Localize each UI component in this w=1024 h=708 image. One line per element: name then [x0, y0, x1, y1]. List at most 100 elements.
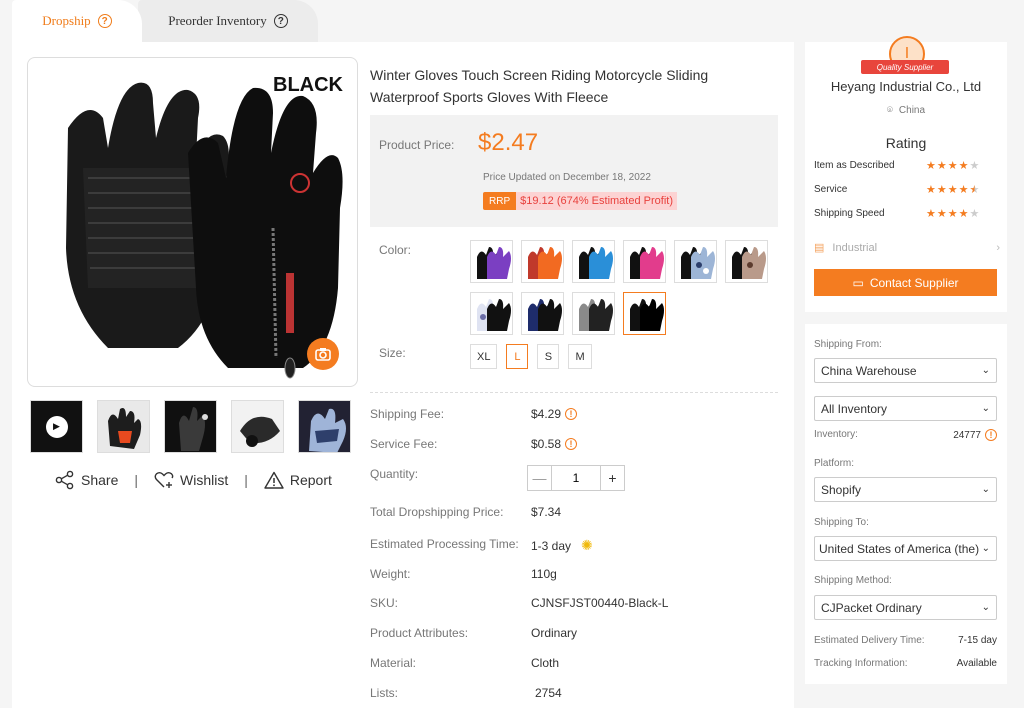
platform-value: Shopify: [821, 482, 862, 497]
share-button[interactable]: Share: [55, 470, 118, 490]
attributes-value: Ordinary: [531, 626, 578, 640]
chevron-down-icon: ⌄: [981, 602, 990, 613]
rating-row: Service ★★★★★: [814, 184, 979, 196]
supplier-location-text: China: [898, 105, 926, 116]
inventory-row: Inventory: 24777!: [814, 429, 997, 441]
thumbnail-image[interactable]: [97, 400, 150, 453]
size-option-l[interactable]: L: [506, 344, 529, 369]
tab-preorder-inventory[interactable]: Preorder Inventory ?: [138, 0, 318, 42]
platform-label: Platform:: [814, 458, 855, 469]
delivery-time-row: Estimated Delivery Time: 7-15 day: [814, 635, 997, 646]
tab-preorder-label: Preorder Inventory: [168, 13, 267, 28]
size-option-m[interactable]: M: [568, 344, 592, 369]
product-main-image[interactable]: BLACK: [27, 57, 358, 387]
separator: |: [244, 472, 248, 488]
star-rating: ★★★★★: [926, 160, 981, 172]
lists-value: 2754: [535, 686, 562, 700]
supplier-category-link[interactable]: ▤ Industrial ›: [814, 241, 1000, 255]
quantity-increase-button[interactable]: +: [600, 466, 624, 490]
star-rating: ★★★★★: [926, 208, 981, 220]
report-label: Report: [289, 472, 332, 488]
shipping-fee-label: Shipping Fee:: [370, 407, 445, 421]
thumbnail-strip: ▶: [30, 400, 354, 456]
play-icon: ▶: [45, 415, 68, 438]
attributes-label: Product Attributes:: [370, 626, 469, 640]
product-title: Winter Gloves Touch Screen Riding Motorc…: [370, 67, 709, 105]
color-swatch-black[interactable]: [623, 292, 666, 335]
inventory-filter-select[interactable]: All Inventory ⌄: [814, 396, 997, 421]
color-swatch-gray[interactable]: [572, 292, 615, 335]
info-icon[interactable]: !: [565, 408, 578, 420]
color-swatch-camo-brown[interactable]: [725, 240, 768, 283]
size-option-s[interactable]: S: [537, 344, 560, 369]
sku-label: SKU:: [370, 596, 399, 610]
wishlist-label: Wishlist: [180, 472, 229, 488]
shipping-from-select[interactable]: China Warehouse ⌄: [814, 358, 997, 383]
tab-dropship[interactable]: Dropship ?: [12, 0, 142, 42]
thumbnail-image[interactable]: [298, 400, 351, 453]
inventory-filter-value: All Inventory: [821, 401, 888, 416]
color-overlay-label: BLACK: [273, 74, 343, 96]
shipping-to-select[interactable]: United States of America (the) ⌄: [814, 536, 997, 561]
share-icon: [55, 470, 74, 490]
divider: [370, 392, 778, 393]
platform-select[interactable]: Shopify ⌄: [814, 477, 997, 502]
supplier-name[interactable]: Heyang Industrial Co., Ltd: [805, 79, 1007, 94]
help-icon[interactable]: ?: [273, 14, 288, 28]
rating-title: Rating: [885, 135, 927, 151]
sku-value: CJNSFJST00440-Black-L: [531, 596, 669, 610]
help-icon[interactable]: ?: [97, 14, 112, 28]
lightbulb-icon[interactable]: ✺: [581, 537, 593, 554]
share-label: Share: [81, 472, 119, 488]
rating-label: Item as Described: [814, 160, 895, 171]
inventory-value: 24777: [953, 429, 981, 441]
image-search-button[interactable]: [307, 338, 339, 370]
color-swatch-blue[interactable]: [572, 240, 615, 283]
rrp-tag: RRP: [483, 192, 517, 210]
weight-label: Weight:: [370, 567, 411, 581]
info-icon[interactable]: !: [985, 429, 997, 441]
color-swatch-camo-white[interactable]: [470, 292, 513, 335]
price-updated: Price Updated on December 18, 2022: [483, 172, 651, 183]
color-swatch-camo-blue[interactable]: [674, 240, 717, 283]
service-fee-value: $0.58: [531, 437, 562, 451]
thumbnail-image[interactable]: [164, 400, 217, 453]
quantity-input[interactable]: [552, 466, 600, 490]
info-icon[interactable]: !: [565, 438, 578, 450]
color-swatch-orange[interactable]: [521, 240, 564, 283]
inventory-label: Inventory:: [814, 429, 858, 440]
quantity-label: Quantity:: [370, 467, 419, 481]
shipping-fee-value: $4.29: [531, 407, 562, 421]
thumbnail-video[interactable]: ▶: [30, 400, 83, 453]
rrp-value: $19.12 (674% Estimated Profit): [516, 192, 677, 210]
color-swatch-navy[interactable]: [521, 292, 564, 335]
price-label: Product Price:: [379, 138, 455, 152]
color-swatch-pink[interactable]: [623, 240, 666, 283]
report-button[interactable]: Report: [264, 471, 332, 489]
quality-supplier-ribbon: Quality Supplier: [861, 60, 949, 74]
thumbnail-image[interactable]: [231, 400, 284, 453]
shipping-method-label: Shipping Method:: [814, 575, 892, 586]
star-rating: ★★★★★: [926, 184, 981, 196]
quantity-decrease-button[interactable]: —: [528, 466, 552, 490]
product-actions: Share | Wishlist | Report: [55, 470, 332, 490]
contact-supplier-button[interactable]: ▭ Contact Supplier: [814, 269, 997, 296]
tracking-row: Tracking Information: Available: [814, 658, 997, 669]
shipping-method-select[interactable]: CJPacket Ordinary ⌄: [814, 595, 997, 620]
total-price-value: $7.34: [531, 505, 562, 519]
size-option-xl[interactable]: XL: [470, 344, 498, 369]
quantity-stepper: — +: [527, 465, 625, 491]
chevron-down-icon: ⌄: [981, 403, 990, 414]
warning-icon: [264, 471, 284, 489]
size-label: Size:: [379, 346, 406, 360]
lists-label: Lists:: [370, 686, 399, 700]
shipping-card: Shipping From: China Warehouse ⌄ All Inv…: [805, 324, 1007, 684]
color-swatch-purple[interactable]: [470, 240, 513, 283]
color-label: Color:: [379, 243, 412, 257]
rating-row: Shipping Speed ★★★★★: [814, 208, 979, 220]
chevron-down-icon: ⌄: [981, 543, 990, 554]
tracking-value: Available: [956, 658, 997, 669]
heart-plus-icon: [154, 472, 174, 488]
tab-bar: Preorder Inventory ? Dropship ?: [12, 0, 322, 42]
wishlist-button[interactable]: Wishlist: [154, 471, 228, 489]
